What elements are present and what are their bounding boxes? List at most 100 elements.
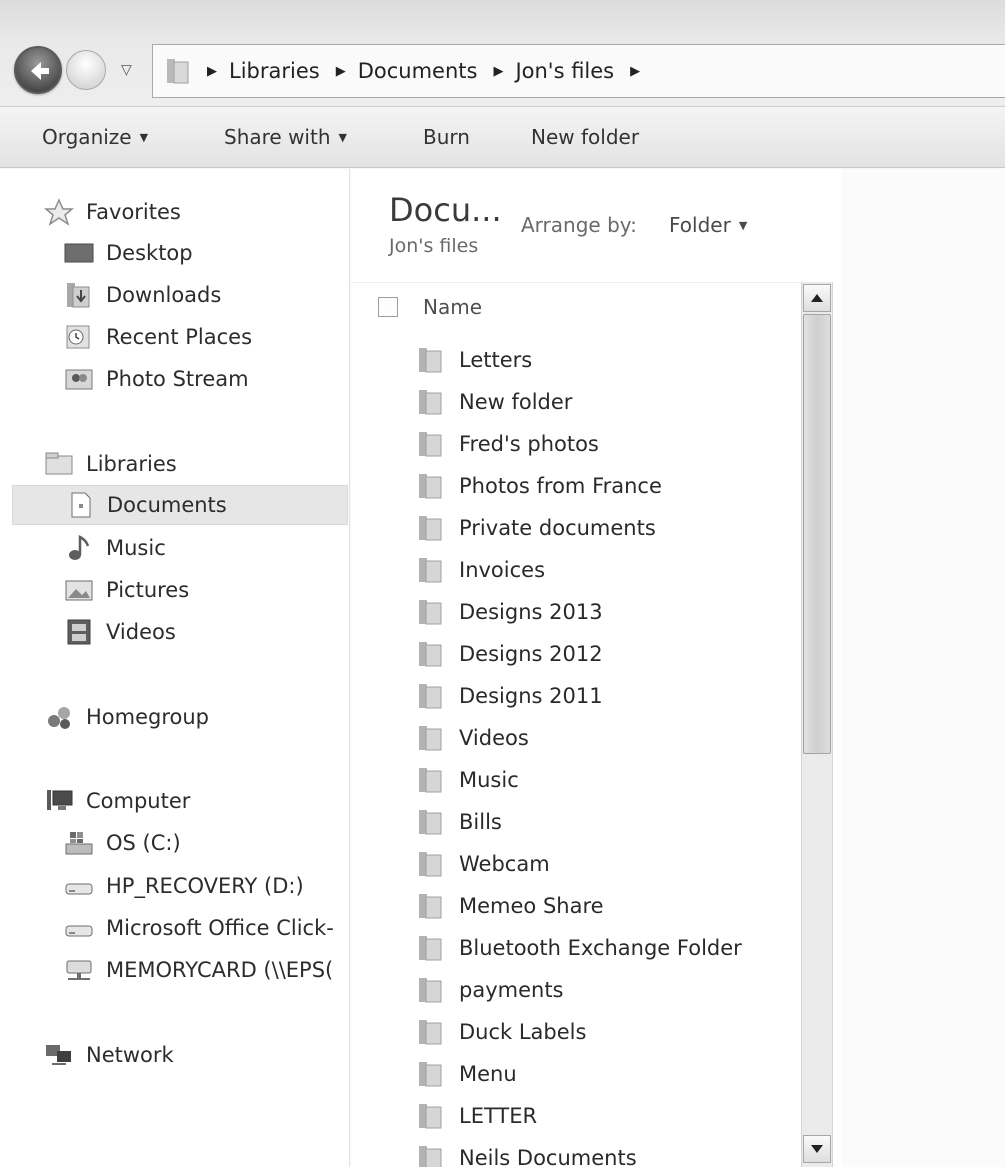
- breadcrumb-separator-icon[interactable]: ▶: [493, 64, 503, 79]
- music-icon: [69, 534, 90, 560]
- folder-icon: [167, 59, 189, 84]
- nav-item-memorycard[interactable]: MEMORYCARD (\\EPS(: [64, 950, 350, 990]
- documents-icon: [71, 492, 91, 518]
- breadcrumb-jons-files[interactable]: Jon's files: [515, 59, 614, 83]
- list-item[interactable]: Neils Documents: [417, 1139, 637, 1167]
- os-drive-icon: [65, 832, 93, 855]
- folder-icon: [419, 600, 442, 625]
- nav-favorites[interactable]: Favorites: [44, 192, 344, 232]
- organize-label: Organize: [42, 125, 132, 149]
- list-item[interactable]: Videos: [417, 719, 529, 757]
- library-subtitle[interactable]: Jon's files: [389, 235, 478, 257]
- nav-item-pictures[interactable]: Pictures: [64, 570, 344, 610]
- folder-icon: [419, 1020, 442, 1045]
- breadcrumb-separator-icon[interactable]: ▶: [630, 64, 640, 79]
- file-name: Videos: [459, 726, 529, 750]
- folder-icon: [419, 852, 442, 877]
- breadcrumb-documents[interactable]: Documents: [358, 59, 478, 83]
- nav-favorites-label: Favorites: [86, 200, 181, 224]
- nav-item-documents[interactable]: Documents: [12, 485, 348, 525]
- preview-area: [841, 169, 1005, 1167]
- list-item[interactable]: Designs 2012: [417, 635, 603, 673]
- list-item[interactable]: New folder: [417, 383, 572, 421]
- folder-icon: [419, 894, 442, 919]
- breadcrumb-separator-icon[interactable]: ▶: [336, 64, 346, 79]
- list-item[interactable]: payments: [417, 971, 564, 1009]
- navigation-pane: Favorites Desktop Downloads Recent Place…: [0, 169, 350, 1167]
- drive-icon: [65, 925, 93, 937]
- folder-icon: [419, 1104, 442, 1129]
- list-item[interactable]: Fred's photos: [417, 425, 599, 463]
- scroll-down-button[interactable]: [803, 1135, 831, 1163]
- arrange-by-label: Arrange by:: [521, 213, 637, 237]
- address-path[interactable]: ▶ Libraries ▶ Documents ▶ Jon's files ▶: [152, 44, 1005, 98]
- list-item[interactable]: Bluetooth Exchange Folder: [417, 929, 742, 967]
- list-item[interactable]: Memeo Share: [417, 887, 604, 925]
- select-all-checkbox[interactable]: [378, 297, 398, 317]
- vertical-scrollbar[interactable]: [801, 282, 833, 1167]
- new-folder-button[interactable]: New folder: [531, 125, 639, 149]
- nav-homegroup[interactable]: Homegroup: [44, 697, 344, 737]
- list-item[interactable]: Music: [417, 761, 519, 799]
- nav-item-office-click-to-run[interactable]: Microsoft Office Click-: [64, 908, 350, 948]
- address-bar-region: ▽ ▶ Libraries ▶ Documents ▶ Jon's files …: [0, 0, 1005, 106]
- nav-item-os-drive[interactable]: OS (C:): [64, 823, 344, 863]
- recent-places-icon: [66, 325, 90, 349]
- share-with-menu-button[interactable]: Share with ▼: [224, 125, 347, 149]
- nav-item-photo-stream[interactable]: Photo Stream: [64, 359, 344, 399]
- nav-computer[interactable]: Computer: [44, 781, 344, 821]
- library-title: Docu...: [389, 191, 502, 229]
- nav-item-desktop[interactable]: Desktop: [64, 233, 344, 273]
- folder-icon: [419, 1146, 442, 1167]
- nav-item-hp-recovery[interactable]: HP_RECOVERY (D:): [64, 866, 344, 906]
- arrange-by-dropdown[interactable]: Folder ▼: [669, 213, 747, 237]
- file-name: Bluetooth Exchange Folder: [459, 936, 742, 960]
- command-bar: Organize ▼ Share with ▼ Burn New folder: [0, 106, 1005, 168]
- list-item[interactable]: Letters: [417, 341, 532, 379]
- list-item[interactable]: Menu: [417, 1055, 517, 1093]
- list-item[interactable]: LETTER: [417, 1097, 537, 1135]
- file-name: Bills: [459, 810, 502, 834]
- nav-computer-label: Computer: [86, 789, 191, 813]
- folder-icon: [419, 1062, 442, 1087]
- file-name: Private documents: [459, 516, 656, 540]
- chevron-down-icon: ▼: [738, 219, 748, 232]
- recent-pages-dropdown[interactable]: ▽: [121, 62, 132, 78]
- nav-item-music[interactable]: Music: [64, 528, 344, 568]
- folder-icon: [419, 726, 442, 751]
- nav-libraries[interactable]: Libraries: [44, 444, 344, 484]
- breadcrumb-separator-icon[interactable]: ▶: [207, 64, 217, 79]
- nav-item-videos[interactable]: Videos: [64, 612, 344, 652]
- nav-item-recent-places[interactable]: Recent Places: [64, 317, 344, 357]
- file-list: Letters New folder Fred's photos Photos …: [351, 341, 801, 1167]
- list-item[interactable]: Bills: [417, 803, 502, 841]
- file-name: payments: [459, 978, 564, 1002]
- nav-item-desktop-label: Desktop: [106, 241, 193, 265]
- nav-network[interactable]: Network: [44, 1035, 344, 1075]
- list-item[interactable]: Webcam: [417, 845, 550, 883]
- breadcrumb-libraries[interactable]: Libraries: [229, 59, 320, 83]
- nav-item-downloads[interactable]: Downloads: [64, 275, 344, 315]
- nav-item-music-label: Music: [106, 536, 166, 560]
- file-name: Photos from France: [459, 474, 662, 498]
- nav-item-pictures-label: Pictures: [106, 578, 190, 602]
- column-header-name[interactable]: Name: [423, 295, 482, 319]
- back-button[interactable]: [14, 46, 62, 94]
- arrange-by-value: Folder: [669, 213, 731, 237]
- list-item[interactable]: Designs 2011: [417, 677, 603, 715]
- list-item[interactable]: Duck Labels: [417, 1013, 586, 1051]
- list-item[interactable]: Private documents: [417, 509, 656, 547]
- list-item[interactable]: Designs 2013: [417, 593, 603, 631]
- scroll-up-button[interactable]: [803, 284, 831, 312]
- nav-item-photo-stream-label: Photo Stream: [106, 367, 249, 391]
- list-item[interactable]: Photos from France: [417, 467, 662, 505]
- burn-button[interactable]: Burn: [423, 125, 470, 149]
- list-item[interactable]: Invoices: [417, 551, 545, 589]
- scrollbar-thumb[interactable]: [803, 314, 831, 754]
- folder-icon: [419, 936, 442, 961]
- forward-button[interactable]: [66, 50, 106, 90]
- nav-item-videos-label: Videos: [106, 620, 176, 644]
- organize-menu-button[interactable]: Organize ▼: [42, 125, 148, 149]
- file-name: Menu: [459, 1062, 517, 1086]
- scroll-up-arrow-icon: [811, 294, 823, 302]
